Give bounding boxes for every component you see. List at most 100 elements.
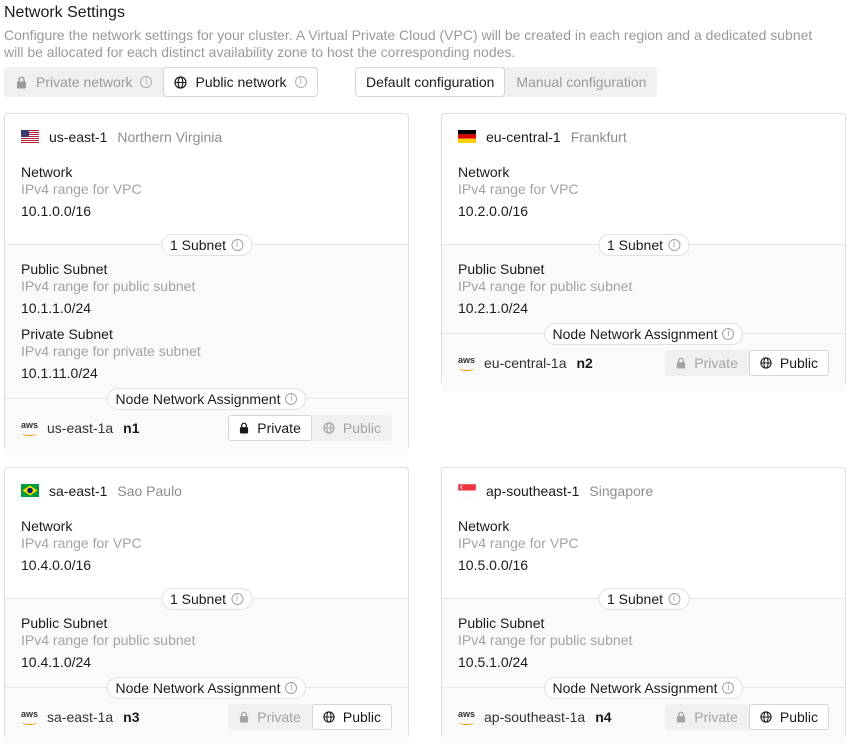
node-network-toggle: Private Public (665, 350, 829, 376)
subnet-count-badge: 1 Subnet i (597, 234, 690, 256)
node-network-toggle: Private Public (228, 415, 392, 441)
info-icon[interactable]: i (231, 593, 244, 605)
vpc-section: Network IPv4 range for VPC 10.1.0.0/16 (5, 159, 408, 244)
lock-icon (677, 711, 686, 723)
public-assignment-option[interactable]: Public (312, 415, 392, 441)
lock-icon (15, 76, 28, 89)
public-subnet-cidr: 10.2.1.0/24 (458, 300, 529, 316)
aws-logo-icon: aws (458, 355, 476, 371)
globe-icon (760, 357, 772, 369)
subnet-count-badge: 1 Subnet i (160, 588, 253, 610)
globe-icon (174, 75, 188, 89)
private-network-option[interactable]: Private network i (4, 67, 163, 97)
public-subnet-hint: IPv4 range for public subnet (458, 632, 633, 648)
private-assignment-option[interactable]: Private (665, 704, 749, 730)
private-subnet-hint: IPv4 range for private subnet (21, 343, 201, 359)
region-code: ap-southeast-1 (486, 482, 580, 499)
region-name: Singapore (589, 482, 654, 499)
node-row: aws sa-east-1a n3 Private Public (5, 688, 408, 744)
vpc-hint: IPv4 range for VPC (21, 181, 142, 197)
globe-icon (323, 422, 335, 434)
private-subnet-cidr: 10.1.11.0/24 (21, 365, 98, 381)
public-assignment-option[interactable]: Public (748, 350, 829, 376)
default-configuration-option[interactable]: Default configuration (355, 67, 506, 97)
private-assignment-option[interactable]: Private (228, 415, 312, 441)
network-type-selector: Private network i Public network i (4, 67, 318, 97)
br-flag-icon (21, 484, 39, 497)
region-code: us-east-1 (49, 128, 108, 145)
info-icon[interactable]: i (231, 239, 244, 251)
availability-zone: sa-east-1a (47, 709, 114, 725)
region-code: sa-east-1 (49, 482, 108, 499)
region-card-us-east-1: us-east-1 Northern Virginia Network IPv4… (4, 113, 409, 457)
public-subnet-hint: IPv4 range for public subnet (458, 278, 633, 294)
info-icon[interactable]: i (140, 76, 153, 88)
vpc-cidr: 10.5.0.0/16 (458, 557, 529, 573)
node-row: aws us-east-1a n1 Private Public (5, 399, 408, 457)
public-network-option[interactable]: Public network i (163, 67, 318, 97)
node-assignment-section: Node Network Assignment i aws sa-east-1a… (5, 677, 408, 744)
subnet-section: 1 Subnet i Public Subnet IPv4 range for … (5, 588, 408, 687)
subnet-section: 1 Subnet i Public Subnet IPv4 range for … (442, 234, 845, 333)
region-header: eu-central-1 Frankfurt (442, 114, 845, 159)
globe-icon (323, 711, 335, 723)
region-header: us-east-1 Northern Virginia (5, 114, 408, 159)
private-assignment-option[interactable]: Private (228, 704, 312, 730)
vpc-cidr: 10.2.0.0/16 (458, 203, 529, 219)
info-icon[interactable]: i (294, 76, 307, 88)
subnet-section: 1 Subnet i Public Subnet IPv4 range for … (5, 234, 408, 398)
availability-zone: us-east-1a (47, 420, 114, 436)
network-label: Network (458, 518, 510, 534)
page-title: Network Settings (4, 4, 125, 21)
vpc-cidr: 10.4.0.0/16 (21, 557, 92, 573)
region-code: eu-central-1 (486, 128, 561, 145)
public-network-label: Public network (195, 74, 287, 90)
lock-icon (240, 422, 249, 434)
manual-configuration-option[interactable]: Manual configuration (505, 67, 657, 97)
info-icon[interactable]: i (668, 593, 681, 605)
node-row: aws eu-central-1a n2 Private Public (442, 334, 845, 392)
info-icon[interactable]: i (668, 239, 681, 251)
vpc-section: Network IPv4 range for VPC 10.4.0.0/16 (5, 513, 408, 598)
private-network-label: Private network (36, 74, 133, 90)
vpc-hint: IPv4 range for VPC (458, 181, 579, 197)
de-flag-icon (458, 130, 476, 143)
aws-logo-icon: aws (21, 420, 39, 436)
page-description: Configure the network settings for your … (4, 27, 813, 60)
network-label: Network (458, 164, 510, 180)
public-assignment-option[interactable]: Public (748, 704, 829, 730)
public-subnet-cidr: 10.5.1.0/24 (458, 654, 529, 670)
node-id: n1 (123, 420, 140, 436)
vpc-section: Network IPv4 range for VPC 10.5.0.0/16 (442, 513, 845, 598)
node-assignment-section: Node Network Assignment i aws ap-southea… (442, 677, 845, 744)
config-mode-selector: Default configuration Manual configurati… (355, 67, 658, 97)
region-name: Sao Paulo (117, 482, 182, 499)
public-subnet-label: Public Subnet (21, 615, 108, 631)
availability-zone: ap-southeast-1a (484, 709, 586, 725)
vpc-cidr: 10.1.0.0/16 (21, 203, 92, 219)
us-flag-icon (21, 130, 39, 143)
region-name: Northern Virginia (117, 128, 223, 145)
network-label: Network (21, 164, 73, 180)
public-subnet-label: Public Subnet (458, 261, 545, 277)
public-assignment-option[interactable]: Public (311, 704, 392, 730)
sg-flag-icon (458, 484, 476, 497)
subnet-count-badge: 1 Subnet i (160, 234, 253, 256)
node-network-toggle: Private Public (665, 704, 829, 730)
region-card-eu-central-1: eu-central-1 Frankfurt Network IPv4 rang… (441, 113, 846, 392)
private-assignment-option[interactable]: Private (665, 350, 749, 376)
vpc-section: Network IPv4 range for VPC 10.2.0.0/16 (442, 159, 845, 244)
node-assignment-section: Node Network Assignment i aws us-east-1a… (5, 388, 408, 457)
region-header: ap-southeast-1 Singapore (442, 468, 845, 513)
public-subnet-label: Public Subnet (21, 261, 108, 277)
public-subnet-label: Public Subnet (458, 615, 545, 631)
availability-zone: eu-central-1a (484, 355, 567, 371)
region-card-ap-southeast-1: ap-southeast-1 Singapore Network IPv4 ra… (441, 467, 846, 744)
aws-logo-icon: aws (458, 709, 476, 725)
subnet-count-badge: 1 Subnet i (597, 588, 690, 610)
lock-icon (240, 711, 249, 723)
vpc-hint: IPv4 range for VPC (458, 535, 579, 551)
public-subnet-hint: IPv4 range for public subnet (21, 278, 196, 294)
node-row: aws ap-southeast-1a n4 Private Public (442, 688, 845, 744)
public-subnet-cidr: 10.1.1.0/24 (21, 300, 92, 316)
